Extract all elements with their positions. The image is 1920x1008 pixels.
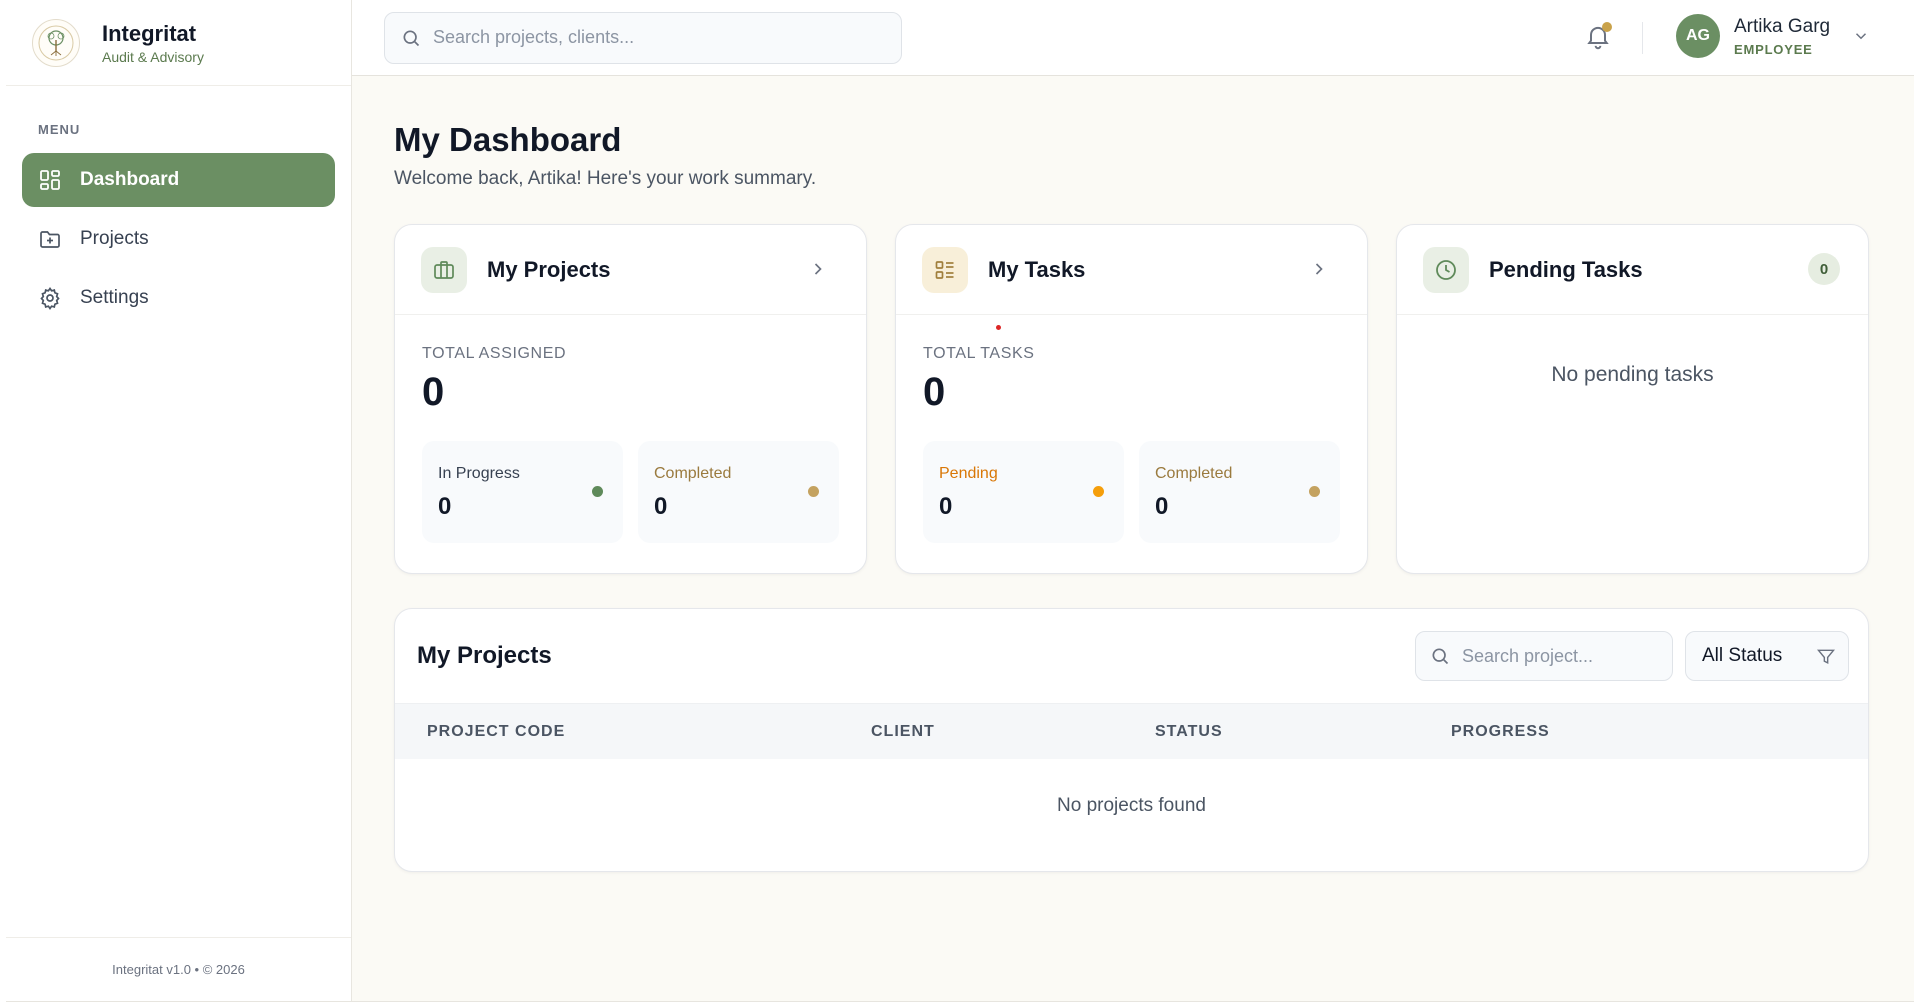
status-dot	[808, 486, 819, 497]
menu-label: MENU	[38, 122, 81, 137]
stat-value: 0	[923, 370, 946, 414]
main-area: AG Artika Garg EMPLOYEE My Dashboard Wel…	[352, 0, 1914, 1001]
page-title: My Dashboard	[394, 121, 622, 158]
pending-count-badge: 0	[1808, 253, 1840, 285]
avatar: AG	[1676, 14, 1720, 58]
my-tasks-card-header[interactable]: My Tasks	[896, 225, 1367, 315]
table-title: My Projects	[417, 642, 552, 669]
project-search[interactable]	[1415, 631, 1673, 681]
my-projects-card: My Projects TOTAL ASSIGNED 0 In Progress…	[394, 224, 867, 574]
pending-stat: Pending 0	[923, 441, 1124, 543]
status-dot	[1093, 486, 1104, 497]
user-menu[interactable]: AG Artika Garg EMPLOYEE	[1676, 14, 1870, 58]
brand[interactable]: Integritat Audit & Advisory	[6, 0, 351, 86]
tree-logo-icon	[32, 18, 80, 67]
sub-stat-value: 0	[939, 493, 953, 520]
notifications-button[interactable]	[1584, 22, 1614, 52]
sub-stat-label: Completed	[654, 465, 732, 482]
page-subtitle: Welcome back, Artika! Here's your work s…	[394, 168, 817, 189]
dashboard-content: My Dashboard Welcome back, Artika! Here'…	[352, 76, 1914, 872]
sub-stat-value: 0	[438, 493, 452, 520]
topbar: AG Artika Garg EMPLOYEE	[352, 0, 1914, 76]
app-window: Integritat Audit & Advisory MENU Dashboa…	[6, 0, 1914, 1002]
sub-stat-value: 0	[654, 493, 668, 520]
column-header-client[interactable]: CLIENT	[871, 723, 935, 741]
clock-icon	[1423, 246, 1469, 293]
in-progress-stat: In Progress 0	[422, 441, 623, 543]
sidebar: Integritat Audit & Advisory MENU Dashboa…	[6, 0, 352, 1001]
table-empty-text: No projects found	[1057, 795, 1206, 816]
user-name: Artika Garg	[1734, 15, 1831, 37]
completed-stat: Completed 0	[638, 441, 839, 543]
brand-subtitle: Audit & Advisory	[102, 48, 204, 65]
search-input[interactable]	[433, 27, 873, 48]
stat-label: TOTAL ASSIGNED	[422, 345, 567, 362]
brand-name: Integritat	[102, 20, 197, 46]
card-title: My Tasks	[988, 256, 1086, 282]
pending-tasks-card-header: Pending Tasks 0	[1397, 225, 1868, 315]
table-header: PROJECT CODE CLIENT STATUS PROGRESS	[395, 703, 1868, 759]
status-filter-value: All Status	[1702, 645, 1783, 666]
sidebar-item-label: Settings	[80, 287, 149, 308]
status-dot	[1309, 486, 1320, 497]
sub-stat-label: Completed	[1155, 465, 1233, 482]
task-list-icon	[922, 246, 968, 293]
notification-dot	[1602, 22, 1612, 32]
sidebar-item-label: Projects	[80, 228, 149, 249]
sub-stat-label: Pending	[939, 465, 998, 482]
status-filter-select[interactable]: All Status	[1685, 631, 1849, 681]
chevron-right-icon[interactable]	[808, 259, 828, 279]
status-dot	[592, 486, 603, 497]
folder-plus-icon	[38, 227, 62, 251]
summary-cards: My Projects TOTAL ASSIGNED 0 In Progress…	[394, 224, 1874, 574]
gear-icon	[38, 286, 62, 310]
empty-state-text: No pending tasks	[1551, 363, 1714, 386]
sub-stat-label: In Progress	[438, 465, 520, 482]
search-icon	[1430, 646, 1450, 666]
stat-value: 0	[422, 370, 445, 414]
search-icon	[401, 28, 421, 48]
chevron-right-icon[interactable]	[1309, 259, 1329, 279]
sidebar-item-label: Dashboard	[80, 169, 180, 190]
completed-stat: Completed 0	[1139, 441, 1340, 543]
dashboard-grid-icon	[38, 168, 62, 192]
user-role: EMPLOYEE	[1734, 41, 1813, 57]
sidebar-item-dashboard[interactable]: Dashboard	[22, 153, 335, 207]
sidebar-item-projects[interactable]: Projects	[22, 212, 335, 266]
sidebar-footer: Integritat v1.0 • © 2026	[6, 937, 351, 1001]
topbar-divider	[1642, 22, 1643, 54]
project-search-input[interactable]	[1462, 645, 1662, 667]
pending-tasks-card: Pending Tasks 0 No pending tasks	[1396, 224, 1869, 574]
chevron-down-icon	[1852, 27, 1870, 45]
column-header-progress[interactable]: PROGRESS	[1451, 723, 1550, 741]
column-header-project-code[interactable]: PROJECT CODE	[427, 723, 565, 741]
briefcase-icon	[421, 246, 467, 293]
stat-label: TOTAL TASKS	[923, 345, 1035, 362]
indicator-dot	[996, 325, 1001, 330]
column-header-status[interactable]: STATUS	[1155, 723, 1223, 741]
my-projects-card-header[interactable]: My Projects	[395, 225, 866, 315]
card-title: Pending Tasks	[1489, 256, 1643, 282]
sidebar-nav: Dashboard Projects Settings	[6, 153, 351, 325]
sidebar-item-settings[interactable]: Settings	[22, 271, 335, 325]
global-search[interactable]	[384, 11, 902, 64]
sub-stat-value: 0	[1155, 493, 1169, 520]
filter-icon	[1816, 647, 1836, 667]
my-tasks-card: My Tasks TOTAL TASKS 0 Pending 0 Complet…	[895, 224, 1368, 574]
card-title: My Projects	[487, 256, 611, 282]
projects-table-card: My Projects All Status	[394, 608, 1869, 872]
